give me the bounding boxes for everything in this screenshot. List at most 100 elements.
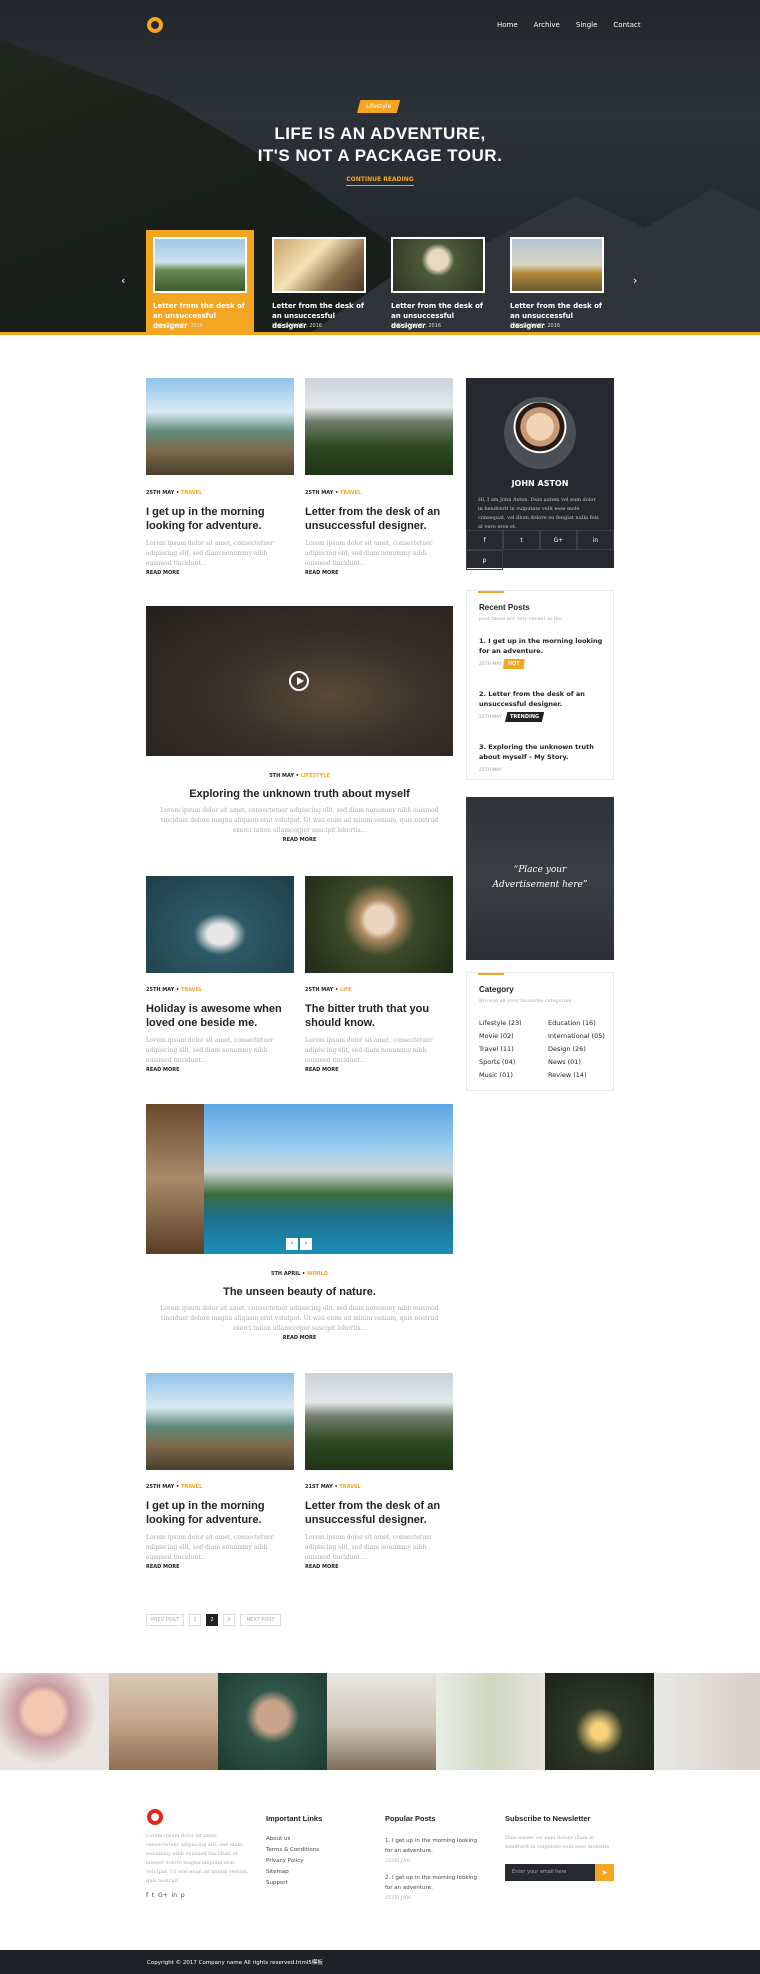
play-icon[interactable]: [289, 671, 309, 691]
gallery-thumb[interactable]: [218, 1673, 327, 1770]
site-logo[interactable]: [147, 17, 163, 33]
read-more-link[interactable]: READ MORE: [305, 570, 339, 576]
read-more-link[interactable]: READ MORE: [305, 1564, 339, 1570]
page-3-button[interactable]: 3: [223, 1614, 235, 1626]
recent-post-link[interactable]: 3. Exploring the unknown truth about mys…: [479, 742, 603, 762]
recent-post-link[interactable]: 1. I get up in the morning looking for a…: [479, 636, 603, 656]
post-meta: 21ST MAY • TRAVEL: [305, 1484, 361, 1490]
next-post-button[interactable]: NEXT POST: [240, 1614, 281, 1626]
pinterest-icon[interactable]: p: [466, 550, 503, 570]
nav-archive[interactable]: Archive: [534, 21, 560, 29]
post-excerpt: Lorem ipsum dolor sit amet, consectetuer…: [305, 1534, 433, 1561]
popular-post-link[interactable]: 2. I get up in the morning looking for a…: [385, 1873, 485, 1893]
recent-post-link[interactable]: 2. Letter from the desk of an unsuccessf…: [479, 689, 603, 709]
gallery-thumb[interactable]: [436, 1673, 545, 1770]
gallery-thumb[interactable]: [654, 1673, 760, 1770]
post-image[interactable]: [305, 1373, 453, 1470]
post-title[interactable]: Exploring the unknown truth about myself: [146, 787, 453, 801]
popular-post-date: 25TH JAN: [385, 1895, 411, 1901]
post-title[interactable]: Holiday is awesome when loved one beside…: [146, 1002, 294, 1030]
nav-home[interactable]: Home: [497, 21, 518, 29]
post-meta: 25TH MAY • TRAVEL: [146, 987, 203, 993]
read-more-link[interactable]: READ MORE: [146, 1067, 180, 1073]
newsletter-text: Duis autem vel eum dolore illum in hendr…: [505, 1835, 610, 1850]
nav-contact[interactable]: Contact: [613, 21, 640, 29]
post-title[interactable]: The unseen beauty of nature.: [146, 1285, 453, 1299]
category-link[interactable]: Education (16): [548, 1019, 596, 1027]
featured-carousel: Letter from the desk of an unsuccessful …: [146, 230, 612, 335]
post-title[interactable]: The bitter truth that you should know.: [305, 1002, 453, 1030]
footer-link[interactable]: Privacy Policy: [266, 1858, 303, 1864]
category-link[interactable]: Review (14): [548, 1071, 587, 1079]
linkedin-icon[interactable]: in: [577, 530, 614, 550]
footer-logo[interactable]: [147, 1809, 163, 1825]
gallery-thumb[interactable]: [0, 1673, 109, 1770]
post-meta: 25TH MAY • TRAVEL: [146, 1484, 203, 1490]
recent-post-date: 25TH MAY: [479, 662, 502, 667]
category-link[interactable]: Movie (02): [479, 1032, 514, 1040]
hero-category-badge[interactable]: Lifestyle: [357, 100, 401, 113]
popular-post-link[interactable]: 1. I get up in the morning looking for a…: [385, 1836, 485, 1856]
category-link[interactable]: Lifestyle (23): [479, 1019, 522, 1027]
popular-post-date: 25TH JAN: [385, 1858, 411, 1864]
carousel-card[interactable]: Letter from the desk of an unsuccessful …: [503, 230, 611, 335]
post-excerpt: Lorem ipsum dolor sit amet, consectetuer…: [146, 1037, 274, 1064]
read-more-link[interactable]: READ MORE: [146, 570, 180, 576]
footer-social-icons[interactable]: f t G+ in p: [146, 1892, 185, 1899]
advertisement-box[interactable]: “Place your Advertisement here”: [466, 797, 614, 960]
category-link[interactable]: News (01): [548, 1058, 581, 1066]
category-link[interactable]: Design (26): [548, 1045, 586, 1053]
gallery-prev-icon[interactable]: ‹: [286, 1238, 298, 1250]
gallery-thumb[interactable]: [327, 1673, 436, 1770]
footer-link[interactable]: Support: [266, 1880, 288, 1886]
category-link[interactable]: Sports (04): [479, 1058, 515, 1066]
page-1-button[interactable]: 1: [189, 1614, 201, 1626]
post-meta: 5TH APRIL • WORLD: [271, 1271, 328, 1277]
nav-single[interactable]: Single: [576, 21, 598, 29]
post-image[interactable]: [305, 378, 453, 475]
send-icon[interactable]: ➤: [595, 1864, 614, 1881]
category-link[interactable]: Travel (11): [479, 1045, 514, 1053]
footer-link[interactable]: Terms & Conditions: [266, 1847, 319, 1853]
links-title: Important Links: [266, 1814, 323, 1823]
carousel-next-icon[interactable]: ›: [633, 274, 637, 287]
author-avatar: [504, 397, 576, 469]
footer-link[interactable]: About us: [266, 1836, 290, 1842]
twitter-icon[interactable]: t: [503, 530, 540, 550]
carousel-card[interactable]: Letter from the desk of an unsuccessful …: [146, 230, 254, 335]
read-more-link[interactable]: READ MORE: [146, 1335, 453, 1341]
post-image[interactable]: [146, 876, 294, 973]
category-link[interactable]: Music (01): [479, 1071, 513, 1079]
facebook-icon[interactable]: f: [466, 530, 503, 550]
post-excerpt: Lorem ipsum dolor sit amet, consectetuer…: [146, 540, 274, 567]
popular-title: Popular Posts: [385, 1814, 436, 1823]
gallery-next-icon[interactable]: ›: [300, 1238, 312, 1250]
carousel-card[interactable]: Letter from the desk of an unsuccessful …: [265, 230, 373, 335]
gallery-thumb[interactable]: [545, 1673, 654, 1770]
carousel-card[interactable]: Letter from the desk of an unsuccessful …: [384, 230, 492, 335]
read-more-link[interactable]: READ MORE: [146, 837, 453, 843]
post-title[interactable]: Letter from the desk of an unsuccessful …: [305, 1499, 453, 1527]
post-excerpt: Lorem ipsum dolor sit amet, consectetuer…: [305, 1037, 433, 1064]
post-image[interactable]: [146, 378, 294, 475]
post-title[interactable]: I get up in the morning looking for adve…: [146, 1499, 294, 1527]
category-link[interactable]: International (05): [548, 1032, 605, 1040]
prev-post-button[interactable]: PREV POST: [146, 1614, 184, 1626]
email-input[interactable]: Enter your email here: [505, 1864, 595, 1881]
read-more-link[interactable]: READ MORE: [305, 1067, 339, 1073]
post-excerpt: Lorem ipsum dolor sit amet, consectetuer…: [146, 1534, 274, 1561]
gallery-thumb[interactable]: [109, 1673, 218, 1770]
post-image[interactable]: [146, 1373, 294, 1470]
post-title[interactable]: I get up in the morning looking for adve…: [146, 505, 294, 533]
post-image[interactable]: [305, 876, 453, 973]
google-plus-icon[interactable]: G+: [540, 530, 577, 550]
page-2-button[interactable]: 2: [206, 1614, 218, 1626]
read-more-link[interactable]: READ MORE: [146, 1564, 180, 1570]
post-excerpt: Lorem ipsum dolor sit amet, consectetuer…: [305, 540, 433, 567]
footer-link[interactable]: Sitemap: [266, 1869, 289, 1875]
newsletter-title: Subscribe to Newsletter: [505, 1814, 591, 1823]
continue-reading-link[interactable]: CONTINUE READING: [0, 176, 760, 186]
post-title[interactable]: Letter from the desk of an unsuccessful …: [305, 505, 453, 533]
carousel-prev-icon[interactable]: ‹: [121, 274, 125, 287]
category-subtitle: Browse all your favourite categories: [479, 998, 572, 1004]
